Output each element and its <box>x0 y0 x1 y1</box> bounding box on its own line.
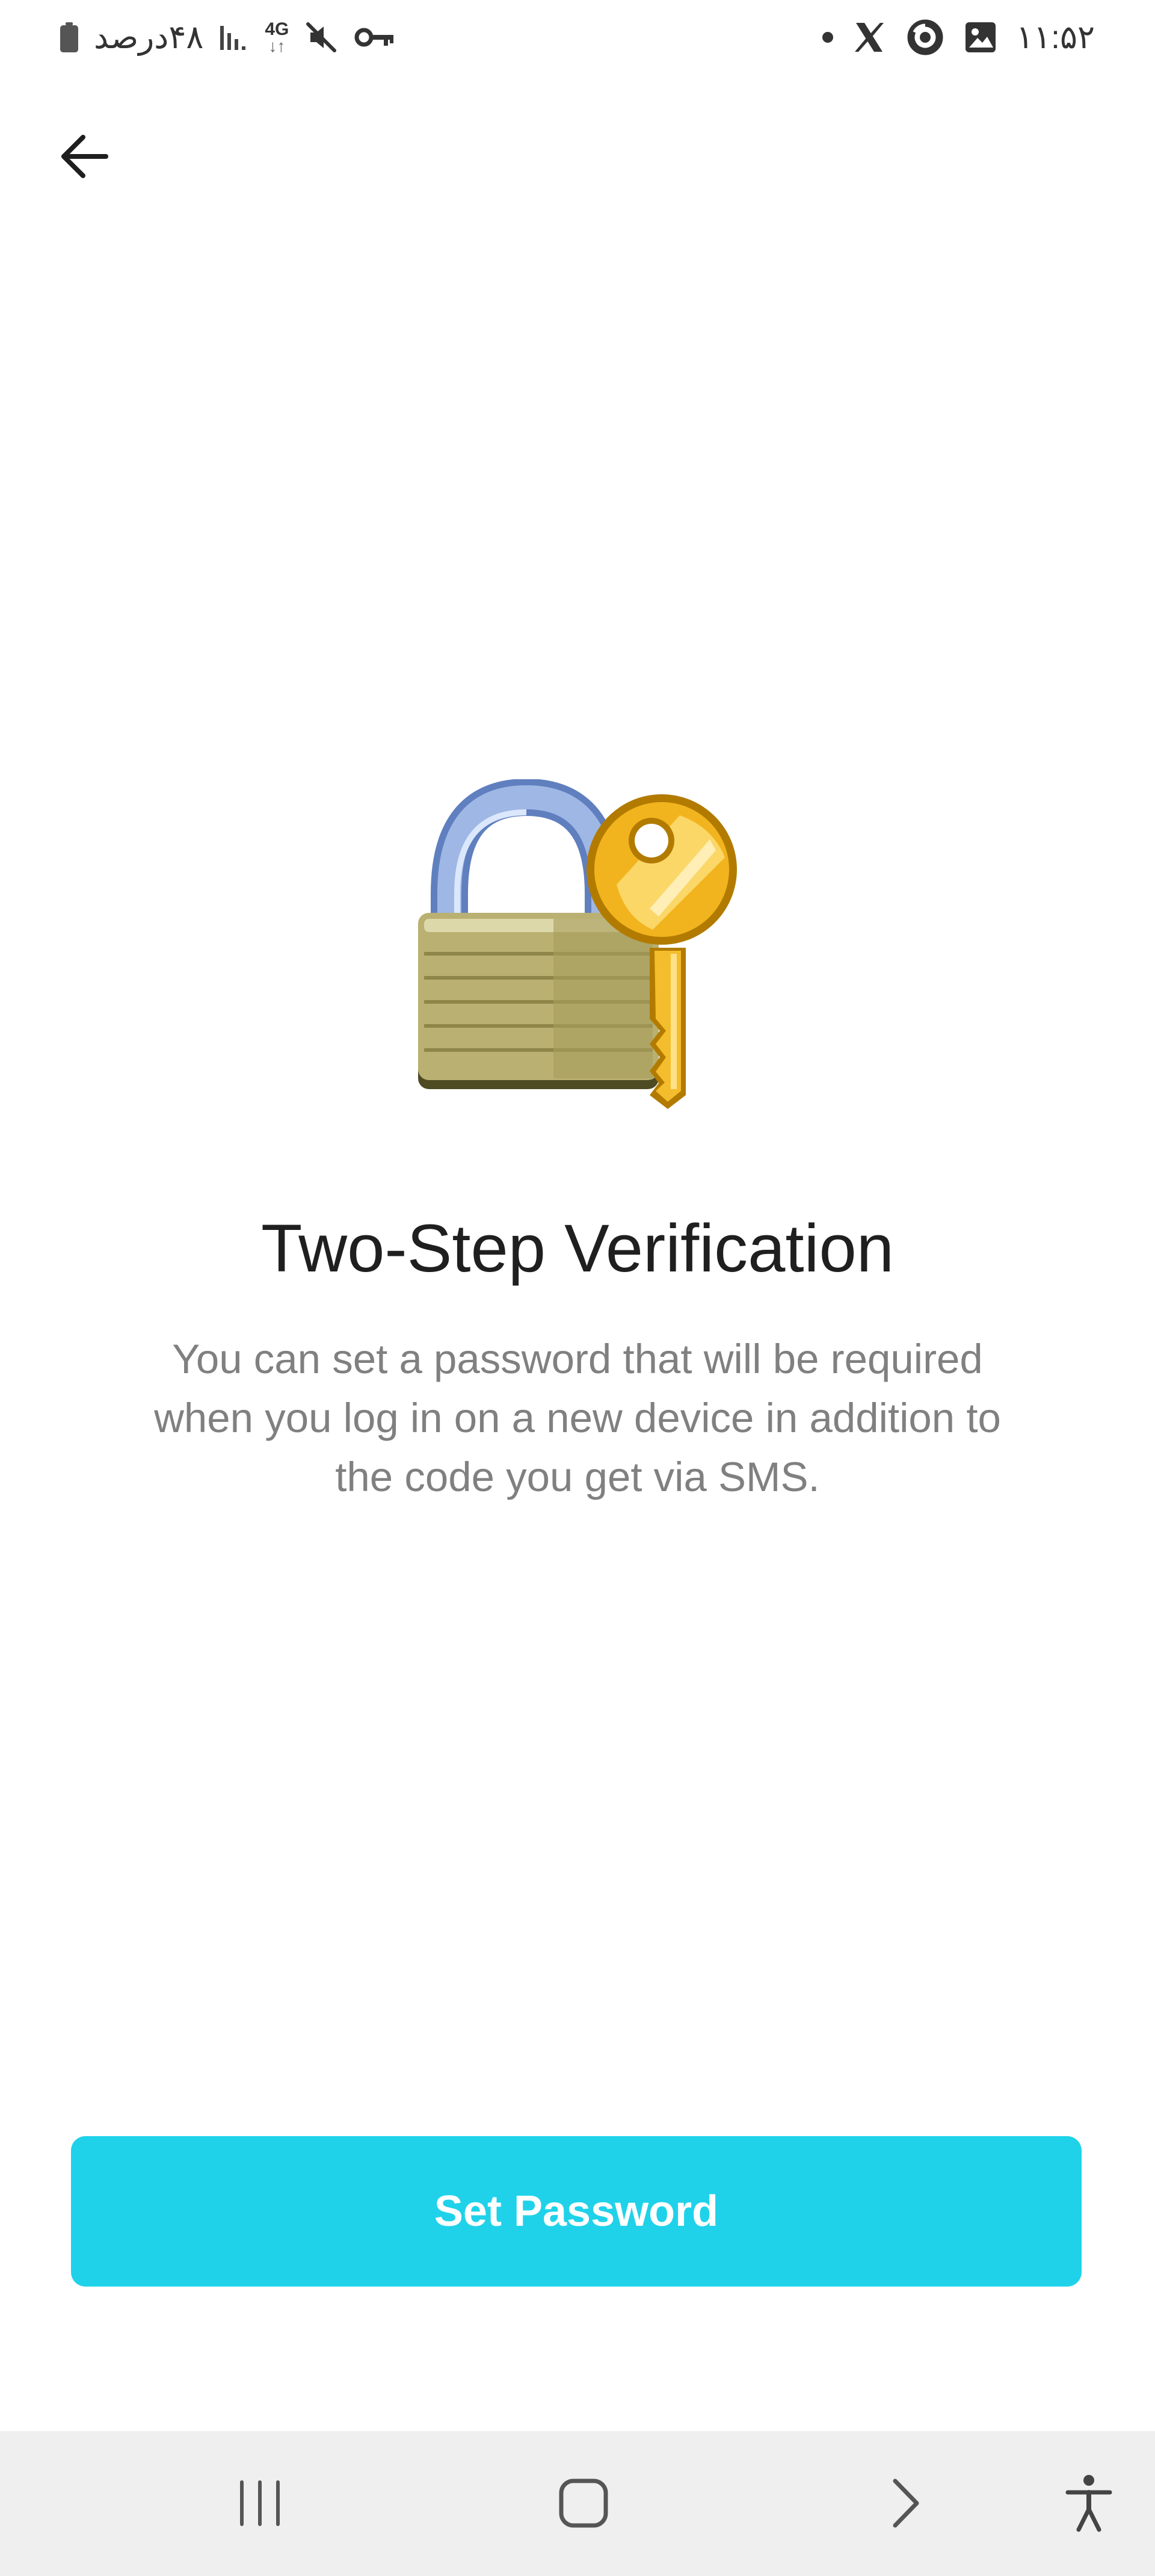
x-app-icon <box>851 19 887 55</box>
recents-button[interactable] <box>212 2455 308 2551</box>
set-password-button[interactable]: Set Password <box>71 2136 1082 2287</box>
arrow-left-icon <box>61 135 108 178</box>
status-bar-right: ۱۱:۵۲ <box>822 13 1095 61</box>
home-icon <box>559 2479 608 2528</box>
app-notification-icon <box>905 17 945 57</box>
accessibility-button[interactable] <box>1041 2455 1137 2551</box>
navigation-bar <box>0 2431 1155 2576</box>
home-button[interactable] <box>535 2455 632 2551</box>
description-line: You can set a password that will be requ… <box>172 1336 983 1382</box>
accessibility-icon <box>1065 2475 1112 2532</box>
recents-icon <box>240 2480 280 2526</box>
lock-with-key-icon <box>412 778 749 1116</box>
status-bar-left: ۴۸درصد 4G ↓↑ <box>60 13 396 61</box>
clock: ۱۱:۵۲ <box>1015 19 1095 55</box>
nav-back-button[interactable] <box>857 2455 953 2551</box>
gallery-icon <box>963 20 998 55</box>
description-line: when you log in on a new device in addit… <box>154 1395 1001 1441</box>
network-type-label: 4G <box>265 19 289 39</box>
vpn-key-icon <box>354 22 396 52</box>
mute-icon <box>304 20 338 54</box>
battery-percent: ۴۸درصد <box>94 19 204 55</box>
network-type-icon: 4G ↓↑ <box>265 19 289 55</box>
description-line: the code you get via SMS. <box>335 1454 820 1500</box>
status-bar: ۴۸درصد 4G ↓↑ ۱۱:۵۲ <box>0 0 1155 78</box>
back-button[interactable] <box>48 120 120 193</box>
description: You can set a password that will be requ… <box>108 1330 1047 1507</box>
signal-icon <box>219 22 249 52</box>
page-title: Two-Step Verification <box>260 1211 895 1286</box>
battery-icon <box>60 22 78 52</box>
back-chevron-icon <box>893 2479 919 2528</box>
notification-dot-icon <box>822 32 833 43</box>
